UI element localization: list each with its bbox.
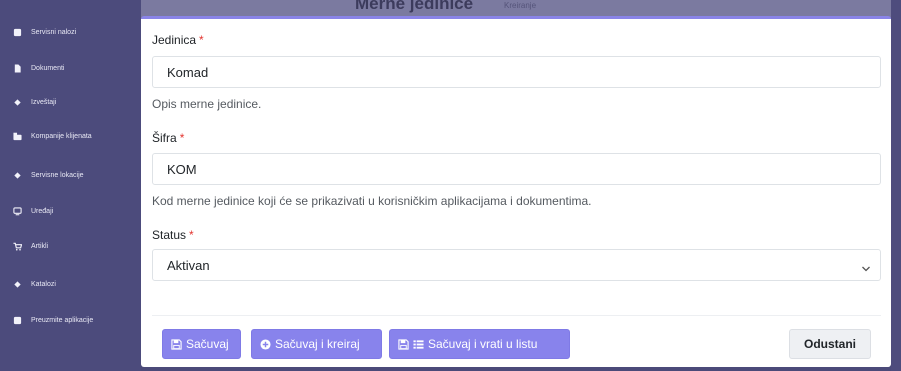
save-button-label: Sačuvaj [186,337,229,351]
save-and-create-button-label: Sačuvaj i kreiraj [275,337,360,351]
code-label: Šifra * [152,131,184,145]
sidebar-item-label: Izveštaji [31,98,57,106]
unit-input-value: Komad [167,64,209,80]
monitor-icon [12,206,22,216]
floppy-disk-icon [171,338,182,350]
sidebar-item-label: Uređaji [31,207,54,215]
sidebar-item-dokumenti[interactable]: Dokumenti [12,60,64,76]
diamond-icon [12,97,22,107]
unit-label-text: Jedinica [152,33,197,47]
unit-form-modal: Jedinica * Komad Opis merne jedinice. Šif… [141,16,891,367]
code-help-text: Kod merne jedinice koji će se prikazivat… [152,194,592,208]
sidebar-item-label: Kompanije klijenata [31,132,92,140]
sidebar-item-preuzmite-aplikacije[interactable]: Preuzmite aplikacije [12,312,93,328]
square-icon [12,27,22,37]
code-input-value: KOM [167,161,197,177]
document-icon [12,63,22,73]
sidebar-item-label: Dokumenti [31,64,65,72]
background-right-edge [891,0,901,371]
chevron-down-icon [861,261,871,272]
sidebar-item-kompanije-klijenata[interactable]: Kompanije klijenata [12,128,92,144]
status-select[interactable]: Aktivan [152,249,881,281]
cancel-button-label: Odustani [803,337,856,351]
sidebar-item-label: Preuzmite aplikacije [31,316,94,324]
code-label-text: Šifra [152,131,177,145]
sidebar-item-uredjaji[interactable]: Uređaji [12,203,53,219]
save-and-return-button-label: Sačuvaj i vrati u listu [428,337,538,351]
status-label-text: Status [152,228,187,242]
sidebar-item-label: Artikli [31,242,49,250]
sidebar-item-servisne-lokacije[interactable]: Servisne lokacije [12,167,84,183]
sidebar-item-servisni-nalozi[interactable]: Servisni nalozi [12,24,76,40]
diamond-icon [12,279,22,289]
required-mark: * [199,33,204,47]
sidebar-item-izvestaji[interactable]: Izveštaji [12,94,56,110]
floppy-disk-icon [398,338,409,350]
sidebar-item-label: Servisni nalozi [31,28,77,36]
diamond-icon [12,170,22,180]
page-subtitle: Kreiranje [504,1,537,10]
required-mark: * [179,131,185,145]
required-mark: * [189,228,194,242]
list-icon [413,339,424,350]
sidebar-item-artikli[interactable]: Artikli [12,238,48,254]
unit-label: Jedinica * [152,33,204,47]
cancel-button[interactable]: Odustani [789,329,871,359]
briefcase-icon [12,131,22,141]
code-input[interactable]: KOM [152,153,881,185]
sidebar-item-label: Servisne lokacije [31,171,84,179]
save-and-create-button[interactable]: Sačuvaj i kreiraj [251,329,382,359]
cart-icon [12,241,22,251]
unit-help-text: Opis merne jedinice. [152,97,262,111]
sidebar: Servisni nalozi Dokumenti Izveštaji Komp… [0,0,141,371]
plus-circle-icon [260,338,271,350]
status-label: Status * [152,228,194,242]
sidebar-item-katalozi[interactable]: Katalozi [12,276,56,292]
page-title: Merne jedinice [355,0,474,13]
save-and-return-button[interactable]: Sačuvaj i vrati u listu [389,329,570,359]
save-button[interactable]: Sačuvaj [162,329,241,359]
status-select-value: Aktivan [167,257,210,273]
unit-input[interactable]: Komad [152,56,881,88]
footer-divider [152,315,881,316]
square-icon [12,315,22,325]
sidebar-item-label: Katalozi [31,280,56,288]
